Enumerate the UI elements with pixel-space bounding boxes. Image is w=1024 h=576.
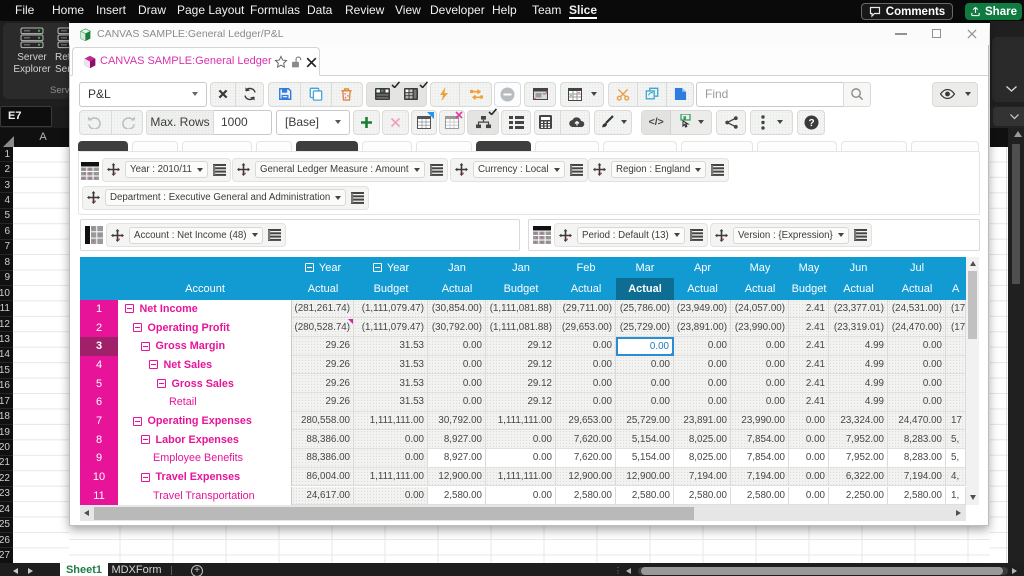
svg-text:?: ? <box>808 118 814 129</box>
